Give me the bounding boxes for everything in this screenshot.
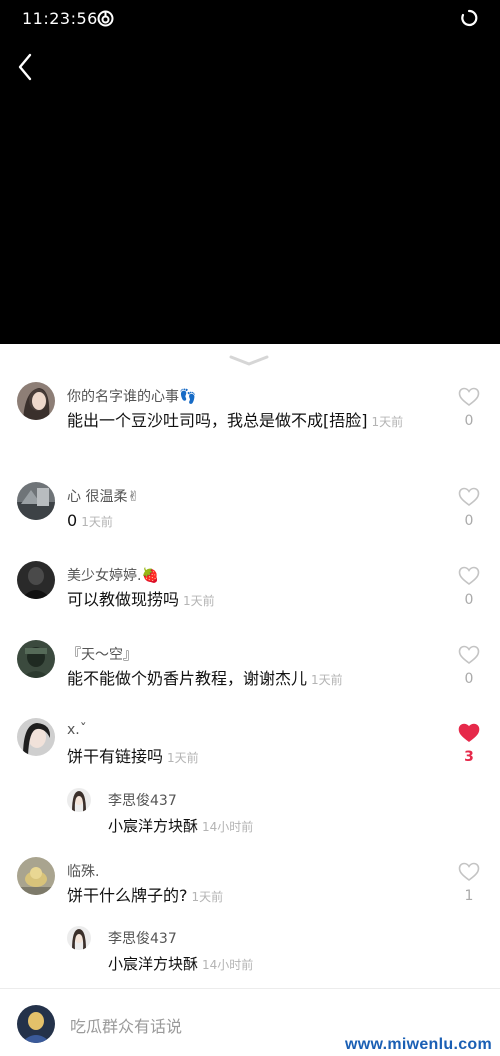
comment-body: 能不能做个奶香片教程，谢谢杰儿 <box>67 669 308 688</box>
reply-text: 小宸洋方块酥 14小时前 <box>108 815 253 836</box>
comment-input[interactable]: 吃瓜群众有话说 <box>70 1013 182 1037</box>
comment-text: 能不能做个奶香片教程，谢谢杰儿 1天前 <box>67 667 439 692</box>
avatar[interactable] <box>17 857 55 895</box>
watermark: www.miwenlu.com <box>344 1036 492 1053</box>
reply-username[interactable]: 李思俊437 <box>108 790 177 810</box>
comment-body: 能出一个豆沙吐司吗，我总是做不成[捂脸] <box>67 411 368 430</box>
avatar[interactable] <box>17 482 55 520</box>
chevron-left-icon <box>18 53 32 81</box>
reply-body: 小宸洋方块酥 <box>108 955 199 973</box>
comment-body: 饼干有链接吗 <box>67 747 164 766</box>
comment-time: 1天前 <box>81 515 113 529</box>
comment-text: 可以教做现捞吗 1天前 <box>67 588 439 613</box>
video-player[interactable]: 11:23:56 <box>0 0 500 344</box>
comment-text: 饼干什么牌子的? 1天前 <box>67 884 439 909</box>
avatar[interactable] <box>17 1005 55 1043</box>
app-icon <box>97 10 114 27</box>
like-count: 1 <box>464 888 474 904</box>
reply-text: 小宸洋方块酥 14小时前 <box>108 953 253 974</box>
like-count: 0 <box>464 671 474 687</box>
comment-body: 饼干什么牌子的? <box>67 886 188 905</box>
reply-body: 小宸洋方块酥 <box>108 817 199 835</box>
avatar[interactable] <box>67 926 91 950</box>
avatar[interactable] <box>17 718 55 756</box>
comment-time: 1天前 <box>191 890 224 904</box>
comment-time: 1天前 <box>371 415 404 429</box>
avatar[interactable] <box>17 382 55 420</box>
heart-icon[interactable] <box>458 387 480 407</box>
comment-sheet: 你的名字谁的心事👣 能出一个豆沙吐司吗，我总是做不成[捂脸] 1天前 0 心 很温… <box>0 344 500 1056</box>
status-bar: 11:23:56 <box>0 0 500 36</box>
like-count: 0 <box>464 513 474 529</box>
username[interactable]: 心 很温柔✌ <box>67 486 139 506</box>
heart-icon[interactable] <box>458 723 480 743</box>
username[interactable]: x.ˇ <box>67 722 87 738</box>
avatar[interactable] <box>17 561 55 599</box>
username[interactable]: 美少女婷婷.🍓 <box>67 565 159 585</box>
loading-icon <box>460 9 478 27</box>
comment-body: 0 <box>67 511 78 530</box>
heart-icon[interactable] <box>458 645 480 665</box>
heart-icon[interactable] <box>458 487 480 507</box>
comment-text: 饼干有链接吗 1天前 <box>67 745 439 770</box>
reply-time: 14小时前 <box>202 958 254 972</box>
heart-icon[interactable] <box>458 862 480 882</box>
comment-text: 0 1天前 <box>67 509 439 534</box>
status-time: 11:23:56 <box>22 9 98 28</box>
like-count: 3 <box>464 749 474 765</box>
back-button[interactable] <box>10 50 40 84</box>
reply-username[interactable]: 李思俊437 <box>108 928 177 948</box>
comment-time: 1天前 <box>167 751 199 765</box>
comment-input-bar: 吃瓜群众有话说 www.miwenlu.com <box>0 988 500 1056</box>
avatar[interactable] <box>17 640 55 678</box>
username[interactable]: 你的名字谁的心事👣 <box>67 386 196 406</box>
heart-icon[interactable] <box>458 566 480 586</box>
comment-body: 可以教做现捞吗 <box>67 590 180 609</box>
comment-time: 1天前 <box>183 594 215 608</box>
collapse-button[interactable] <box>228 352 270 366</box>
like-count: 0 <box>464 592 474 608</box>
comment-text: 能出一个豆沙吐司吗，我总是做不成[捂脸] 1天前 <box>67 409 439 434</box>
reply-time: 14小时前 <box>202 820 254 834</box>
username[interactable]: 『天～空』 <box>67 644 137 664</box>
like-count: 0 <box>464 413 474 429</box>
username[interactable]: 临殊. <box>67 861 99 881</box>
avatar[interactable] <box>67 788 91 812</box>
comment-time: 1天前 <box>311 673 343 687</box>
chevron-down-icon <box>229 355 269 366</box>
